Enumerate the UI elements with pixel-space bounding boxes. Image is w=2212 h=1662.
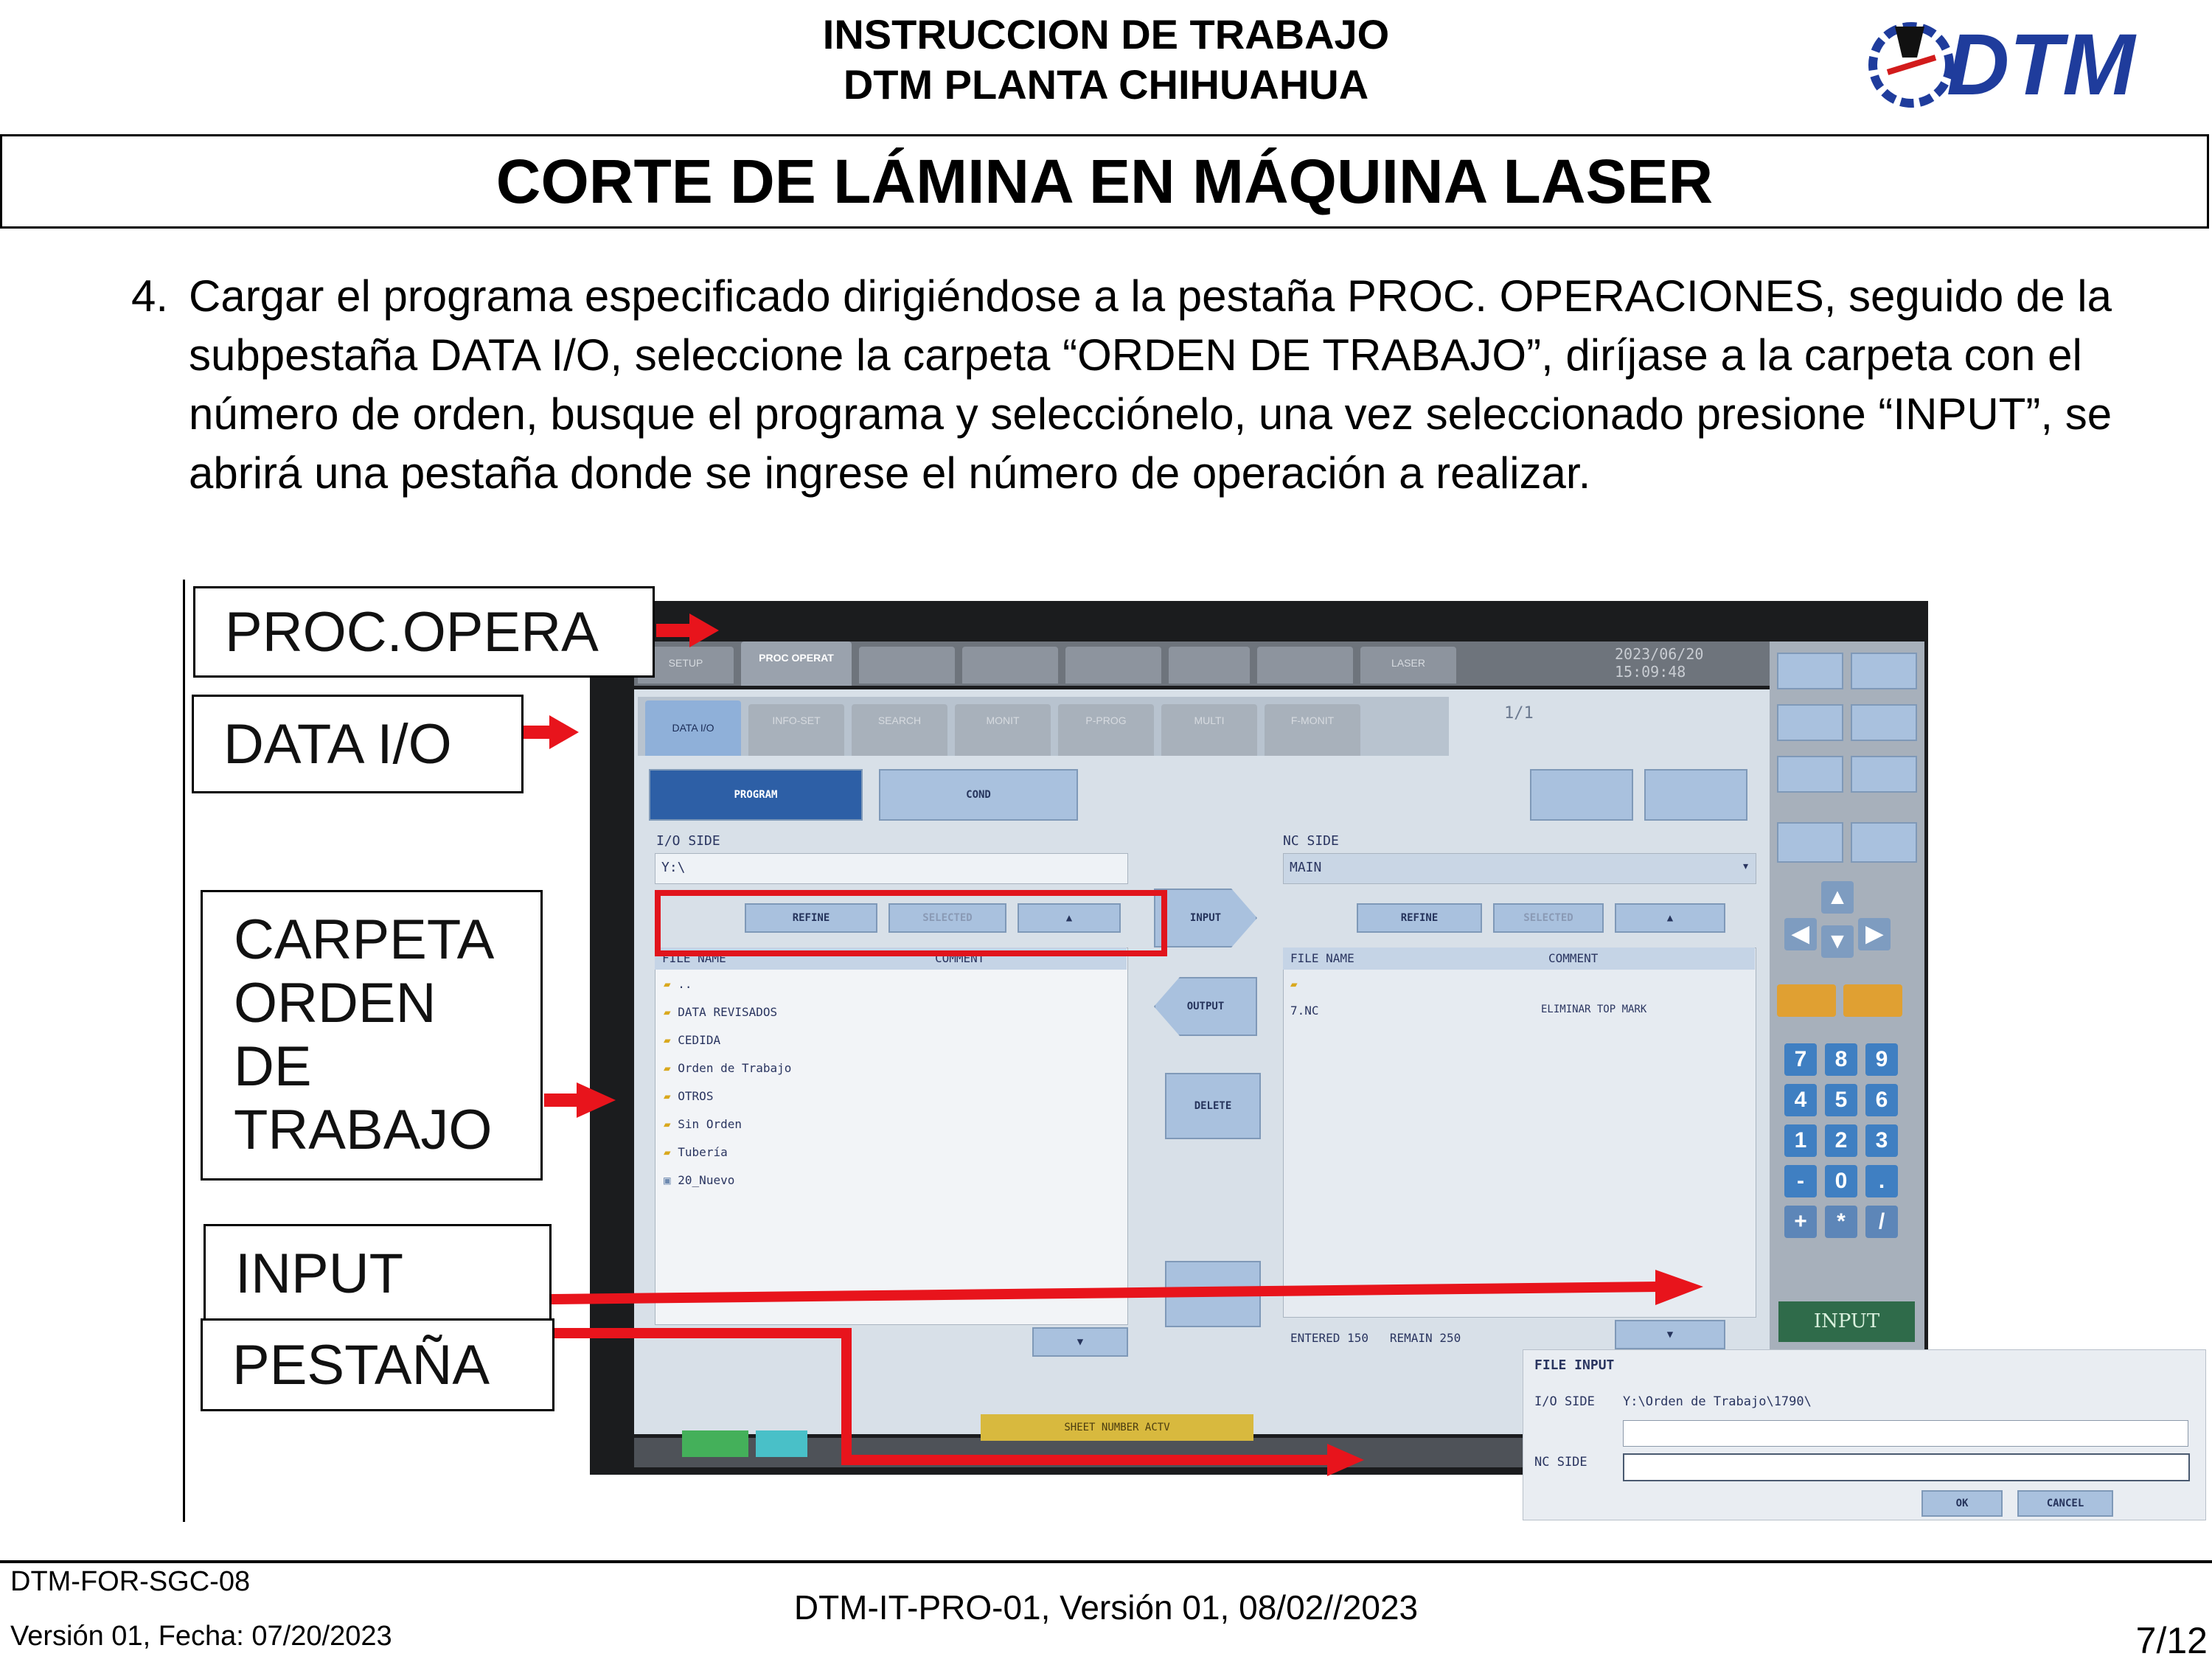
footer-divider	[0, 1560, 2212, 1563]
document-reference: DTM-IT-PRO-01, Versión 01, 08/02//2023	[793, 1588, 1419, 1627]
callout-arrows	[524, 613, 1703, 1476]
page-number: 7/12	[2135, 1620, 2208, 1661]
